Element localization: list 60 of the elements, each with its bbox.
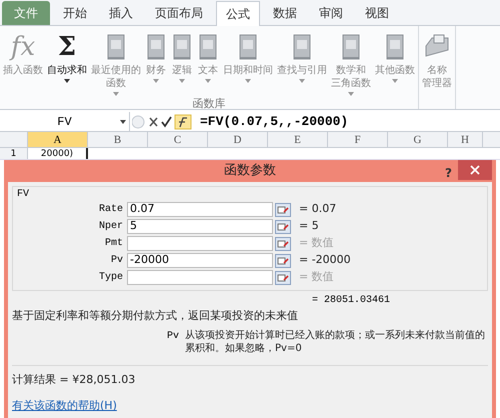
argument-field[interactable] <box>127 236 273 251</box>
argument-field[interactable]: 5 <box>127 219 273 234</box>
ribbon-button[interactable]: Σ 自动求和 <box>45 32 89 83</box>
argument-field[interactable]: 0.07 <box>127 202 273 217</box>
collapse-dialog-button[interactable] <box>275 270 291 284</box>
group-label: 函数库 <box>192 96 226 109</box>
close-icon <box>470 165 480 175</box>
collapse-dialog-button[interactable] <box>275 236 291 250</box>
book-icon <box>105 32 127 62</box>
column-header[interactable]: H <box>448 132 483 147</box>
ribbon-tab[interactable]: 公式 <box>216 1 260 26</box>
formula-result: = 28051.03461 <box>312 294 392 308</box>
column-header[interactable]: D <box>208 132 268 147</box>
formula-text[interactable]: =FV(0.07,5,,-20000) <box>200 112 348 132</box>
book-icon <box>145 32 167 62</box>
collapse-dialog-button[interactable] <box>275 202 291 216</box>
caret-icon[interactable] <box>120 120 126 124</box>
argument-description: 从该项投资开始计算时已经入账的款项；或一系列未来付款当前值的累积和。如果忽略，Pv=0 <box>185 328 486 354</box>
collapse-dialog-button[interactable] <box>275 254 291 268</box>
ribbon-tab[interactable]: 开始 <box>54 1 96 25</box>
column-header[interactable]: A <box>28 132 88 147</box>
book-icon <box>197 32 219 62</box>
argument-name: Pv <box>167 330 180 344</box>
ribbon-tab[interactable]: 视图 <box>356 1 398 25</box>
book-icon <box>384 32 406 62</box>
row-header[interactable]: 1 <box>0 148 28 159</box>
function-description: 基于固定利率和等额分期付款方式，返回某项投资的未来值 <box>12 308 299 324</box>
book-icon <box>237 32 259 62</box>
argument-result: = -20000 <box>299 252 351 268</box>
column-header[interactable]: F <box>328 132 388 147</box>
argument-label: Nper <box>98 220 124 234</box>
collapse-dialog-button[interactable] <box>275 220 291 234</box>
argument-field[interactable]: -20000 <box>127 253 273 268</box>
ribbon-tab[interactable]: 插入 <box>100 1 142 25</box>
argument-field[interactable] <box>127 270 273 285</box>
formula-controls-icon[interactable] <box>132 114 192 130</box>
column-header[interactable]: B <box>88 132 148 147</box>
argument-result: = 数值 <box>299 235 334 252</box>
help-link[interactable]: 有关该函数的帮助(H) <box>12 399 117 412</box>
argument-label: Type <box>98 271 124 285</box>
argument-result: = 0.07 <box>299 201 336 218</box>
argument-label: Pmt <box>104 237 124 251</box>
help-button[interactable]: ? <box>445 164 452 182</box>
book-icon <box>340 32 362 62</box>
book-icon <box>171 32 193 62</box>
column-header[interactable]: E <box>268 132 328 147</box>
calculation-result: 计算结果 = ¥28,051.03 <box>12 372 136 388</box>
column-header[interactable]: G <box>388 132 448 147</box>
ribbon-tab[interactable]: 页面布局 <box>146 1 212 25</box>
ribbon-tab[interactable]: 数据 <box>264 1 306 25</box>
dialog-title: 函数参数 <box>224 162 276 180</box>
ribbon-tab[interactable]: 审阅 <box>310 1 352 25</box>
book-icon <box>291 32 313 62</box>
column-header[interactable]: C <box>148 132 208 147</box>
argument-label: Pv <box>110 254 124 268</box>
argument-result: = 数值 <box>299 269 334 286</box>
close-button[interactable] <box>458 160 492 180</box>
argument-result: = 5 <box>299 218 319 234</box>
argument-label: Rate <box>98 203 124 217</box>
function-name: FV <box>17 188 30 201</box>
